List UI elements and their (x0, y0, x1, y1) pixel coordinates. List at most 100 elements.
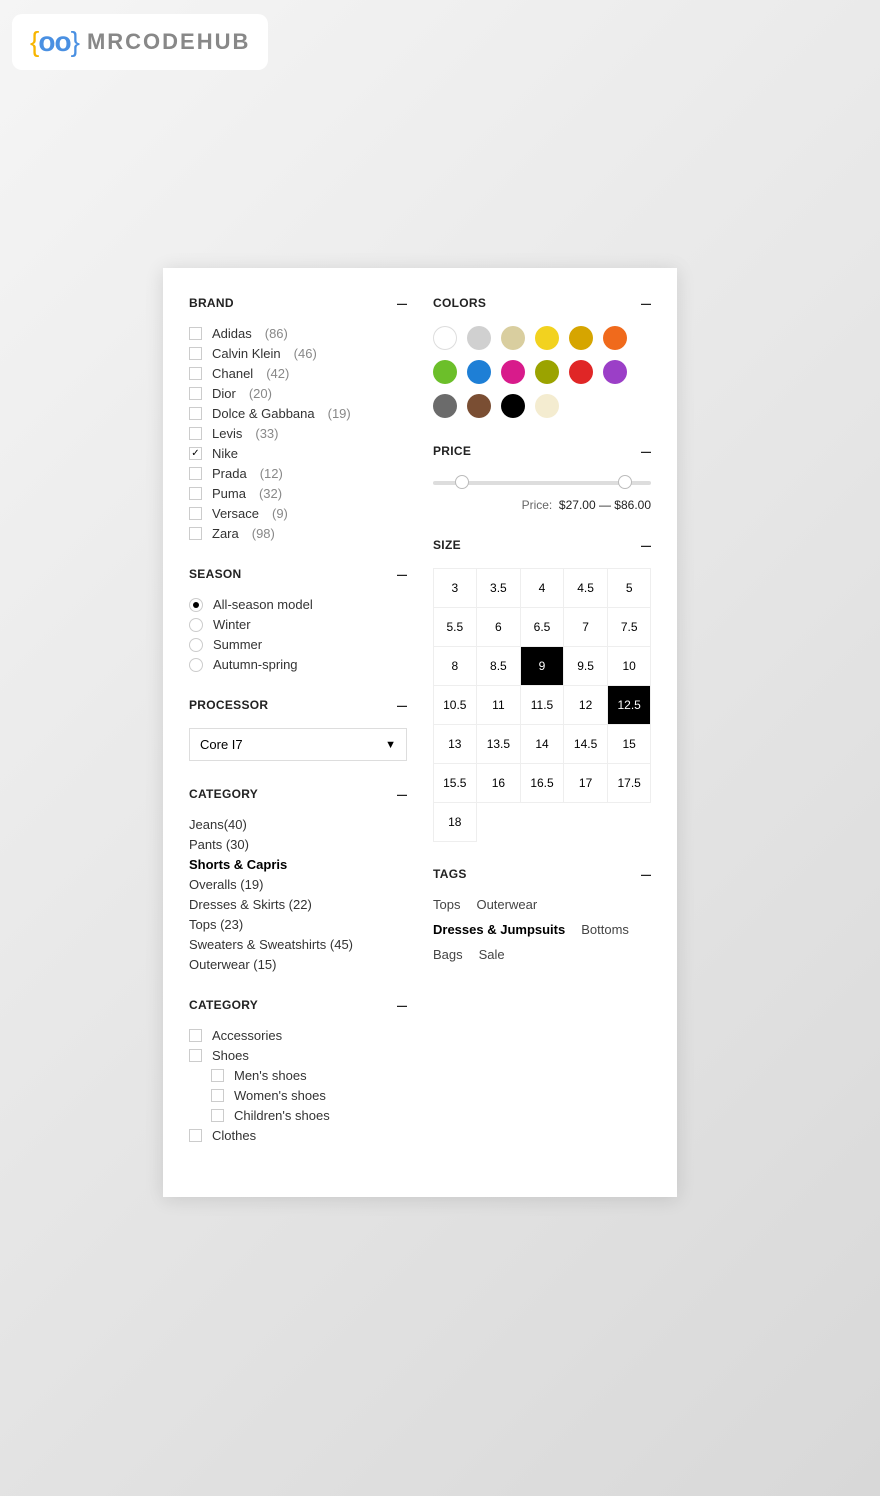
size-cell[interactable]: 8.5 (476, 646, 521, 686)
radio-icon[interactable] (189, 598, 203, 612)
price-slider[interactable] (433, 474, 651, 492)
collapse-icon[interactable]: – (397, 785, 407, 803)
tree-item[interactable]: Children's shoes (211, 1108, 407, 1123)
color-swatch[interactable] (535, 326, 559, 350)
size-cell[interactable]: 11.5 (520, 685, 565, 725)
tag[interactable]: Bottoms (581, 922, 629, 937)
size-cell[interactable]: 10 (607, 646, 652, 686)
category-item[interactable]: Sweaters & Sweatshirts (45) (189, 937, 407, 952)
collapse-icon[interactable]: – (641, 442, 651, 460)
size-cell[interactable]: 12 (563, 685, 608, 725)
brand-item[interactable]: Dolce & Gabbana(19) (189, 406, 407, 421)
brand-item[interactable]: Nike (189, 446, 407, 461)
brand-item[interactable]: Dior(20) (189, 386, 407, 401)
brand-item[interactable]: Levis(33) (189, 426, 407, 441)
color-swatch[interactable] (603, 360, 627, 384)
tag[interactable]: Bags (433, 947, 463, 962)
collapse-icon[interactable]: – (397, 696, 407, 714)
category-item[interactable]: Pants (30) (189, 837, 407, 852)
size-cell[interactable]: 13 (433, 724, 478, 764)
brand-item[interactable]: Prada(12) (189, 466, 407, 481)
tag[interactable]: Outerwear (476, 897, 537, 912)
tree-item[interactable]: Accessories (189, 1028, 407, 1043)
size-cell[interactable]: 7.5 (607, 607, 652, 647)
season-item[interactable]: Winter (189, 617, 407, 632)
tree-item[interactable]: Women's shoes (211, 1088, 407, 1103)
size-cell[interactable]: 6.5 (520, 607, 565, 647)
size-cell[interactable]: 15 (607, 724, 652, 764)
checkbox-icon[interactable] (189, 527, 202, 540)
season-item[interactable]: Autumn-spring (189, 657, 407, 672)
checkbox-icon[interactable] (189, 327, 202, 340)
size-cell[interactable]: 17.5 (607, 763, 652, 803)
checkbox-icon[interactable] (189, 427, 202, 440)
size-cell[interactable]: 14 (520, 724, 565, 764)
size-cell[interactable]: 17 (563, 763, 608, 803)
category-item[interactable]: Jeans(40) (189, 817, 407, 832)
size-cell[interactable]: 4.5 (563, 568, 608, 608)
color-swatch[interactable] (535, 360, 559, 384)
brand-item[interactable]: Versace(9) (189, 506, 407, 521)
slider-thumb-max[interactable] (618, 475, 632, 489)
size-cell[interactable]: 14.5 (563, 724, 608, 764)
category-item[interactable]: Dresses & Skirts (22) (189, 897, 407, 912)
color-swatch[interactable] (535, 394, 559, 418)
size-cell[interactable]: 12.5 (607, 685, 652, 725)
size-cell[interactable]: 9.5 (563, 646, 608, 686)
size-cell[interactable]: 8 (433, 646, 478, 686)
color-swatch[interactable] (467, 394, 491, 418)
checkbox-icon[interactable] (189, 447, 202, 460)
brand-item[interactable]: Calvin Klein(46) (189, 346, 407, 361)
tree-item[interactable]: Men's shoes (211, 1068, 407, 1083)
category-item[interactable]: Outerwear (15) (189, 957, 407, 972)
size-cell[interactable]: 15.5 (433, 763, 478, 803)
size-cell[interactable]: 5 (607, 568, 652, 608)
checkbox-icon[interactable] (211, 1069, 224, 1082)
tag[interactable]: Sale (479, 947, 505, 962)
tree-item[interactable]: Shoes (189, 1048, 407, 1063)
radio-icon[interactable] (189, 658, 203, 672)
collapse-icon[interactable]: – (641, 536, 651, 554)
size-cell[interactable]: 9 (520, 646, 565, 686)
collapse-icon[interactable]: – (397, 996, 407, 1014)
category-item[interactable]: Shorts & Capris (189, 857, 407, 872)
size-cell[interactable]: 4 (520, 568, 565, 608)
color-swatch[interactable] (433, 360, 457, 384)
collapse-icon[interactable]: – (397, 294, 407, 312)
checkbox-icon[interactable] (189, 467, 202, 480)
checkbox-icon[interactable] (189, 487, 202, 500)
processor-select[interactable]: Core I7 ▼ (189, 728, 407, 761)
tag[interactable]: Tops (433, 897, 460, 912)
size-cell[interactable]: 5.5 (433, 607, 478, 647)
size-cell[interactable]: 3 (433, 568, 478, 608)
color-swatch[interactable] (501, 360, 525, 384)
checkbox-icon[interactable] (189, 387, 202, 400)
checkbox-icon[interactable] (189, 347, 202, 360)
category-item[interactable]: Overalls (19) (189, 877, 407, 892)
color-swatch[interactable] (467, 326, 491, 350)
slider-thumb-min[interactable] (455, 475, 469, 489)
size-cell[interactable]: 16.5 (520, 763, 565, 803)
brand-item[interactable]: Puma(32) (189, 486, 407, 501)
collapse-icon[interactable]: – (641, 865, 651, 883)
checkbox-icon[interactable] (189, 1129, 202, 1142)
collapse-icon[interactable]: – (641, 294, 651, 312)
color-swatch[interactable] (569, 360, 593, 384)
checkbox-icon[interactable] (211, 1109, 224, 1122)
radio-icon[interactable] (189, 638, 203, 652)
size-cell[interactable]: 6 (476, 607, 521, 647)
size-cell[interactable]: 7 (563, 607, 608, 647)
color-swatch[interactable] (467, 360, 491, 384)
size-cell[interactable]: 3.5 (476, 568, 521, 608)
color-swatch[interactable] (433, 394, 457, 418)
checkbox-icon[interactable] (211, 1089, 224, 1102)
size-cell[interactable]: 11 (476, 685, 521, 725)
color-swatch[interactable] (569, 326, 593, 350)
checkbox-icon[interactable] (189, 1029, 202, 1042)
season-item[interactable]: All-season model (189, 597, 407, 612)
color-swatch[interactable] (501, 394, 525, 418)
size-cell[interactable]: 16 (476, 763, 521, 803)
checkbox-icon[interactable] (189, 507, 202, 520)
tag[interactable]: Dresses & Jumpsuits (433, 922, 565, 937)
brand-item[interactable]: Adidas(86) (189, 326, 407, 341)
